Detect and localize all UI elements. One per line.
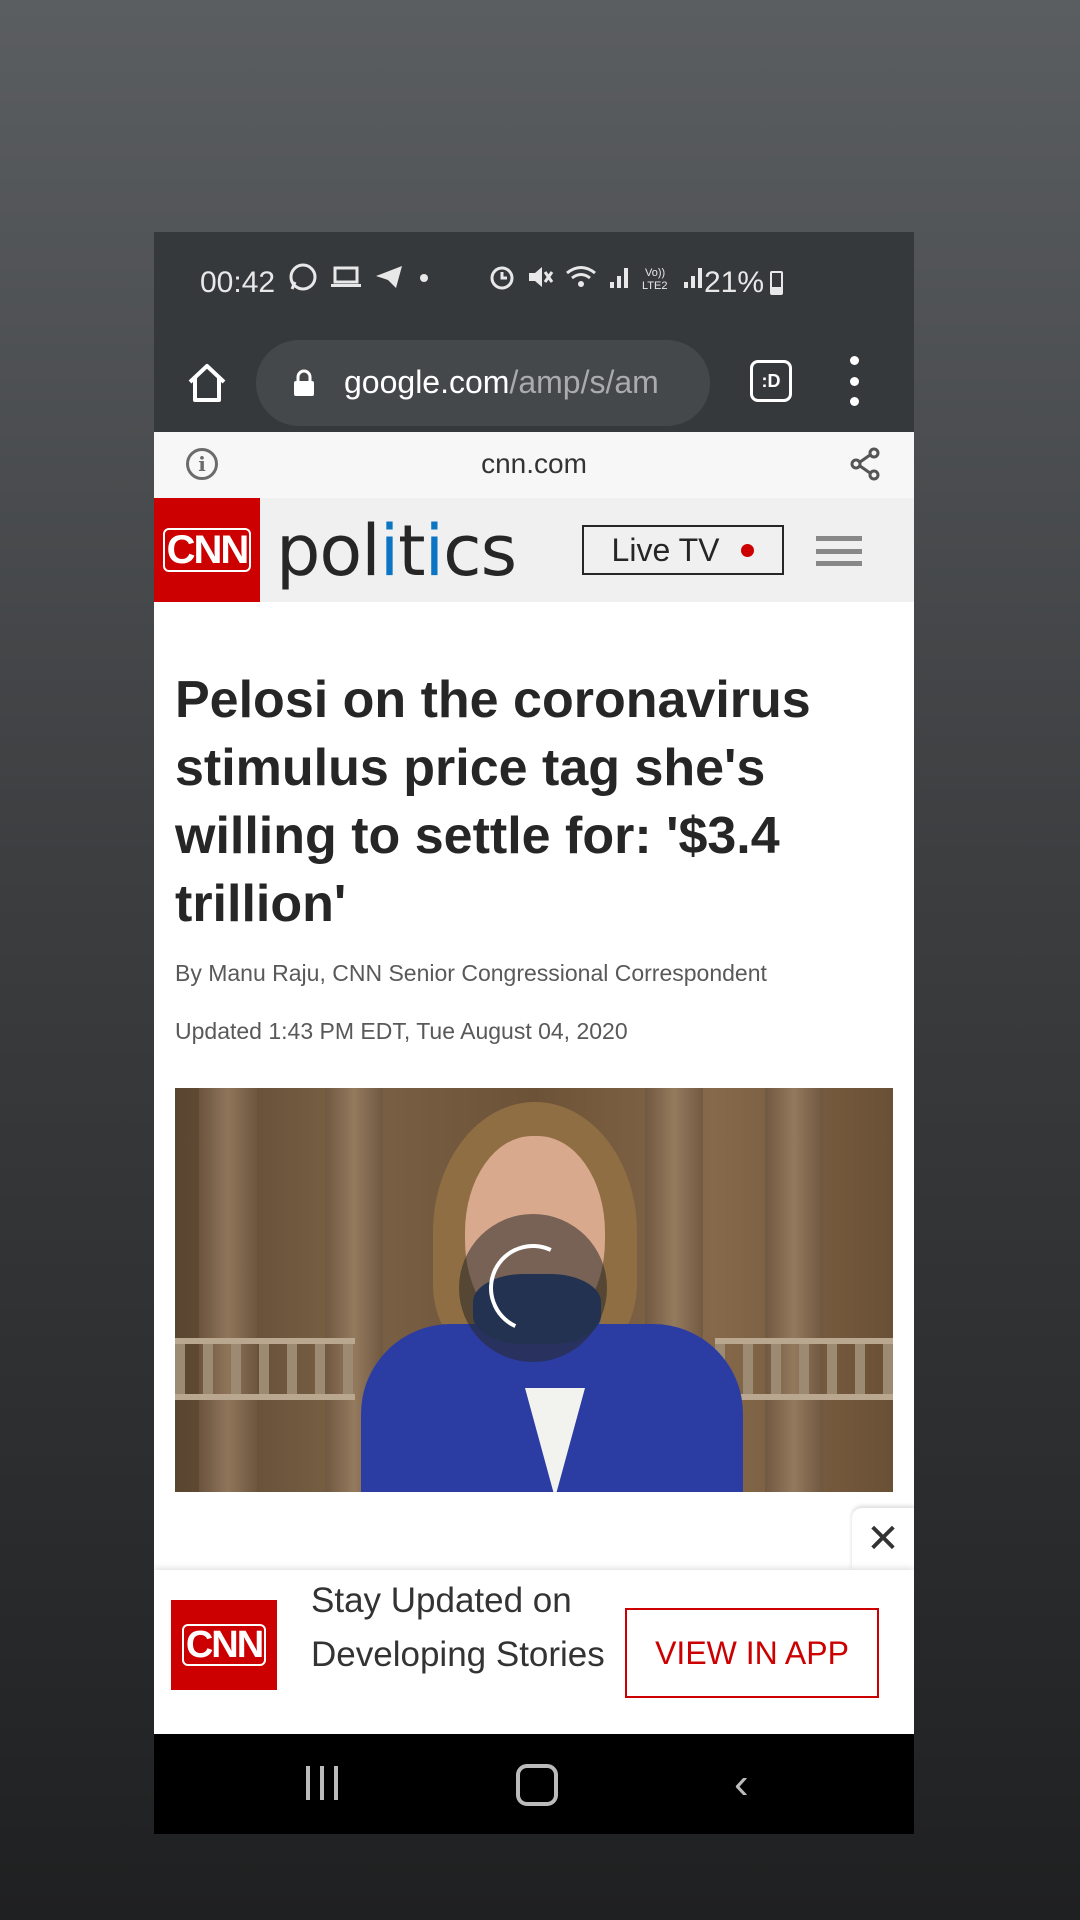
app-banner: CNN Stay Updated on Developing Stories V… (154, 1570, 914, 1736)
close-banner-button[interactable]: ✕ (852, 1508, 914, 1570)
banner-cnn-logo: CNN (171, 1600, 277, 1690)
banner-text: Stay Updated on Developing Stories (311, 1581, 605, 1674)
system-icons: Vo)) LTE2 (488, 262, 706, 292)
browser-toolbar: google.com/amp/s/am :D (154, 332, 914, 432)
home-icon[interactable] (182, 358, 232, 408)
dot-icon (420, 274, 428, 282)
alarm-icon (490, 266, 514, 290)
amp-domain: cnn.com (481, 448, 587, 479)
laptop-icon (331, 266, 361, 287)
phone-screen: 00:42 Vo)) LTE2 21% google.com/amp/s/am :… (154, 232, 914, 1834)
recents-icon[interactable] (306, 1766, 338, 1800)
system-nav-bar: ‹ (154, 1734, 914, 1834)
article-updated: Updated 1:43 PM EDT, Tue August 04, 2020 (175, 1018, 628, 1044)
live-tv-button[interactable]: Live TV (582, 525, 784, 575)
hamburger-menu-icon[interactable] (816, 536, 862, 566)
signal-icon (684, 268, 702, 288)
share-icon[interactable] (848, 446, 882, 482)
url-text: google.com/amp/s/am (344, 364, 696, 401)
svg-text:LTE2: LTE2 (642, 280, 667, 292)
article-headline: Pelosi on the coronavirus stimulus price… (175, 671, 811, 933)
notification-icons (288, 262, 432, 292)
battery-status: 21% (704, 266, 784, 300)
svg-text:Vo)): Vo)) (645, 267, 665, 279)
view-in-app-button[interactable]: VIEW IN APP (625, 1608, 879, 1698)
tab-switcher-button[interactable]: :D (750, 360, 792, 402)
battery-percent: 21% (704, 266, 765, 299)
url-host: google.com (344, 364, 510, 400)
article-byline: By Manu Raju, CNN Senior Congressional C… (175, 960, 767, 986)
amp-header: i cnn.com (154, 432, 914, 499)
back-icon[interactable]: ‹ (734, 1762, 749, 1806)
url-path: /amp/s/am (509, 364, 659, 400)
section-title[interactable]: politics (276, 510, 517, 592)
live-dot-icon (741, 543, 755, 557)
video-player[interactable] (175, 1088, 893, 1492)
status-bar: 00:42 Vo)) LTE2 21% (154, 232, 914, 332)
signal-icon (610, 268, 628, 288)
lock-icon (294, 369, 314, 396)
whatsapp-icon (289, 263, 317, 291)
cnn-logo-text: CNN (162, 528, 252, 572)
battery-icon (770, 271, 784, 295)
address-bar[interactable]: google.com/amp/s/am (256, 340, 710, 426)
live-tv-label: Live TV (611, 531, 720, 568)
overflow-menu-button[interactable] (844, 356, 864, 406)
site-header: CNN politics Live TV (154, 498, 914, 602)
home-nav-icon[interactable] (516, 1764, 558, 1806)
status-time: 00:42 (200, 266, 276, 299)
volte-icon: Vo))LTE2 (642, 267, 667, 292)
wifi-icon (566, 266, 596, 287)
telegram-icon (376, 266, 402, 288)
mute-icon (529, 267, 554, 287)
cnn-logo[interactable]: CNN (154, 498, 260, 602)
